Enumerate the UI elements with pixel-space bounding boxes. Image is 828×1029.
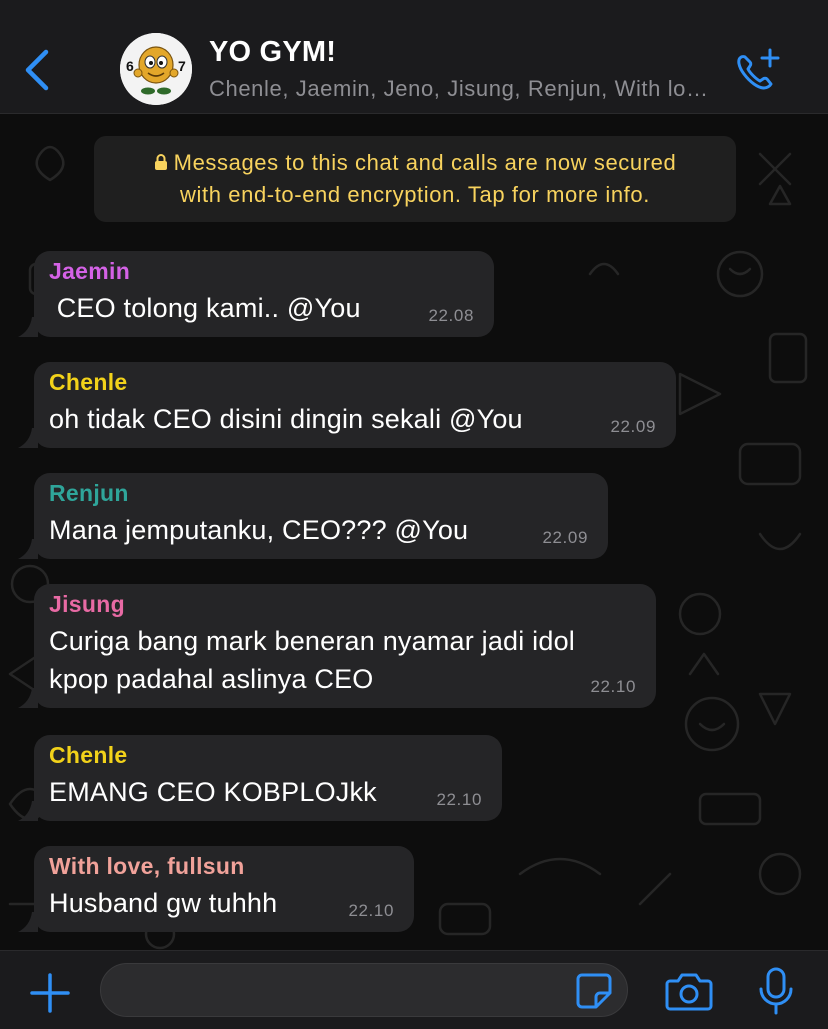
sticker-icon [576, 973, 612, 1009]
lock-icon [154, 148, 168, 170]
message-bubble[interactable]: Renjun Mana jemputanku, CEO??? @You 22.0… [18, 473, 608, 559]
message-time: 22.10 [436, 790, 482, 809]
message-bubble[interactable]: Jisung Curiga bang mark beneran nyamar j… [18, 584, 656, 708]
attach-button[interactable] [26, 969, 74, 1017]
chevron-left-icon [25, 49, 49, 91]
back-button[interactable] [18, 44, 58, 96]
sticker-button[interactable] [574, 971, 614, 1011]
plus-icon [30, 973, 70, 1013]
message-text: Mana jemputanku, CEO??? @You [49, 515, 469, 545]
bubble-tail [18, 539, 38, 559]
group-title[interactable]: YO GYM! [209, 36, 336, 69]
encryption-notice-line2: with end-to-end encryption. Tap for more… [180, 182, 650, 207]
chat-header: 6 7 YO GYM! Chenle, Jaemin, Jeno, Jisung… [0, 0, 828, 114]
bubble-tail [18, 688, 38, 708]
message-time: 22.08 [428, 306, 474, 325]
message-text: oh tidak CEO disini dingin sekali @You [49, 404, 523, 434]
message-sender: Jaemin [49, 258, 131, 284]
bubble-tail [18, 317, 38, 337]
message-bubble[interactable]: Chenle EMANG CEO KOBPLOJkk 22.10 [18, 735, 502, 821]
bubble-tail [18, 428, 38, 448]
message-text: CEO tolong kami.. @You [49, 293, 361, 323]
message-input-bar [0, 950, 828, 1029]
group-members[interactable]: Chenle, Jaemin, Jeno, Jisung, Renjun, Wi… [209, 76, 719, 102]
message-text: EMANG CEO KOBPLOJkk [49, 777, 377, 807]
avatar-label-right: 7 [178, 58, 186, 74]
message-bubble[interactable]: Jaemin CEO tolong kami.. @You 22.08 [18, 251, 494, 337]
message-bubble[interactable]: Chenle oh tidak CEO disini dingin sekali… [18, 362, 676, 448]
message-text: Curiga bang mark beneran nyamar jadi ido… [49, 626, 575, 694]
add-call-button[interactable] [730, 44, 786, 96]
bubble-tail [18, 801, 38, 821]
chat-area[interactable]: Messages to this chat and calls are now … [0, 114, 828, 950]
encryption-notice-line1: Messages to this chat and calls are now … [173, 150, 677, 175]
message-sender: Jisung [49, 591, 125, 617]
encryption-notice[interactable]: Messages to this chat and calls are now … [94, 136, 736, 222]
bubble-tail [18, 912, 38, 932]
camera-button[interactable] [664, 969, 714, 1013]
message-time: 22.10 [590, 677, 636, 696]
emoji-character-avatar: 6 7 [120, 33, 192, 105]
message-time: 22.09 [542, 528, 588, 547]
microphone-icon [759, 967, 793, 1015]
camera-icon [665, 973, 713, 1011]
message-sender: Chenle [49, 742, 128, 768]
message-sender: Renjun [49, 480, 129, 506]
message-sender: Chenle [49, 369, 128, 395]
phone-plus-icon [737, 48, 780, 90]
message-time: 22.09 [610, 417, 656, 436]
avatar-label-left: 6 [126, 58, 134, 74]
message-sender: With love, fullsun [49, 853, 245, 879]
message-bubble[interactable]: With love, fullsun Husband gw tuhhh 22.1… [18, 846, 414, 932]
message-input[interactable] [100, 963, 628, 1017]
message-time: 22.10 [348, 901, 394, 920]
group-avatar[interactable]: 6 7 [120, 33, 192, 105]
microphone-button[interactable] [756, 965, 796, 1019]
